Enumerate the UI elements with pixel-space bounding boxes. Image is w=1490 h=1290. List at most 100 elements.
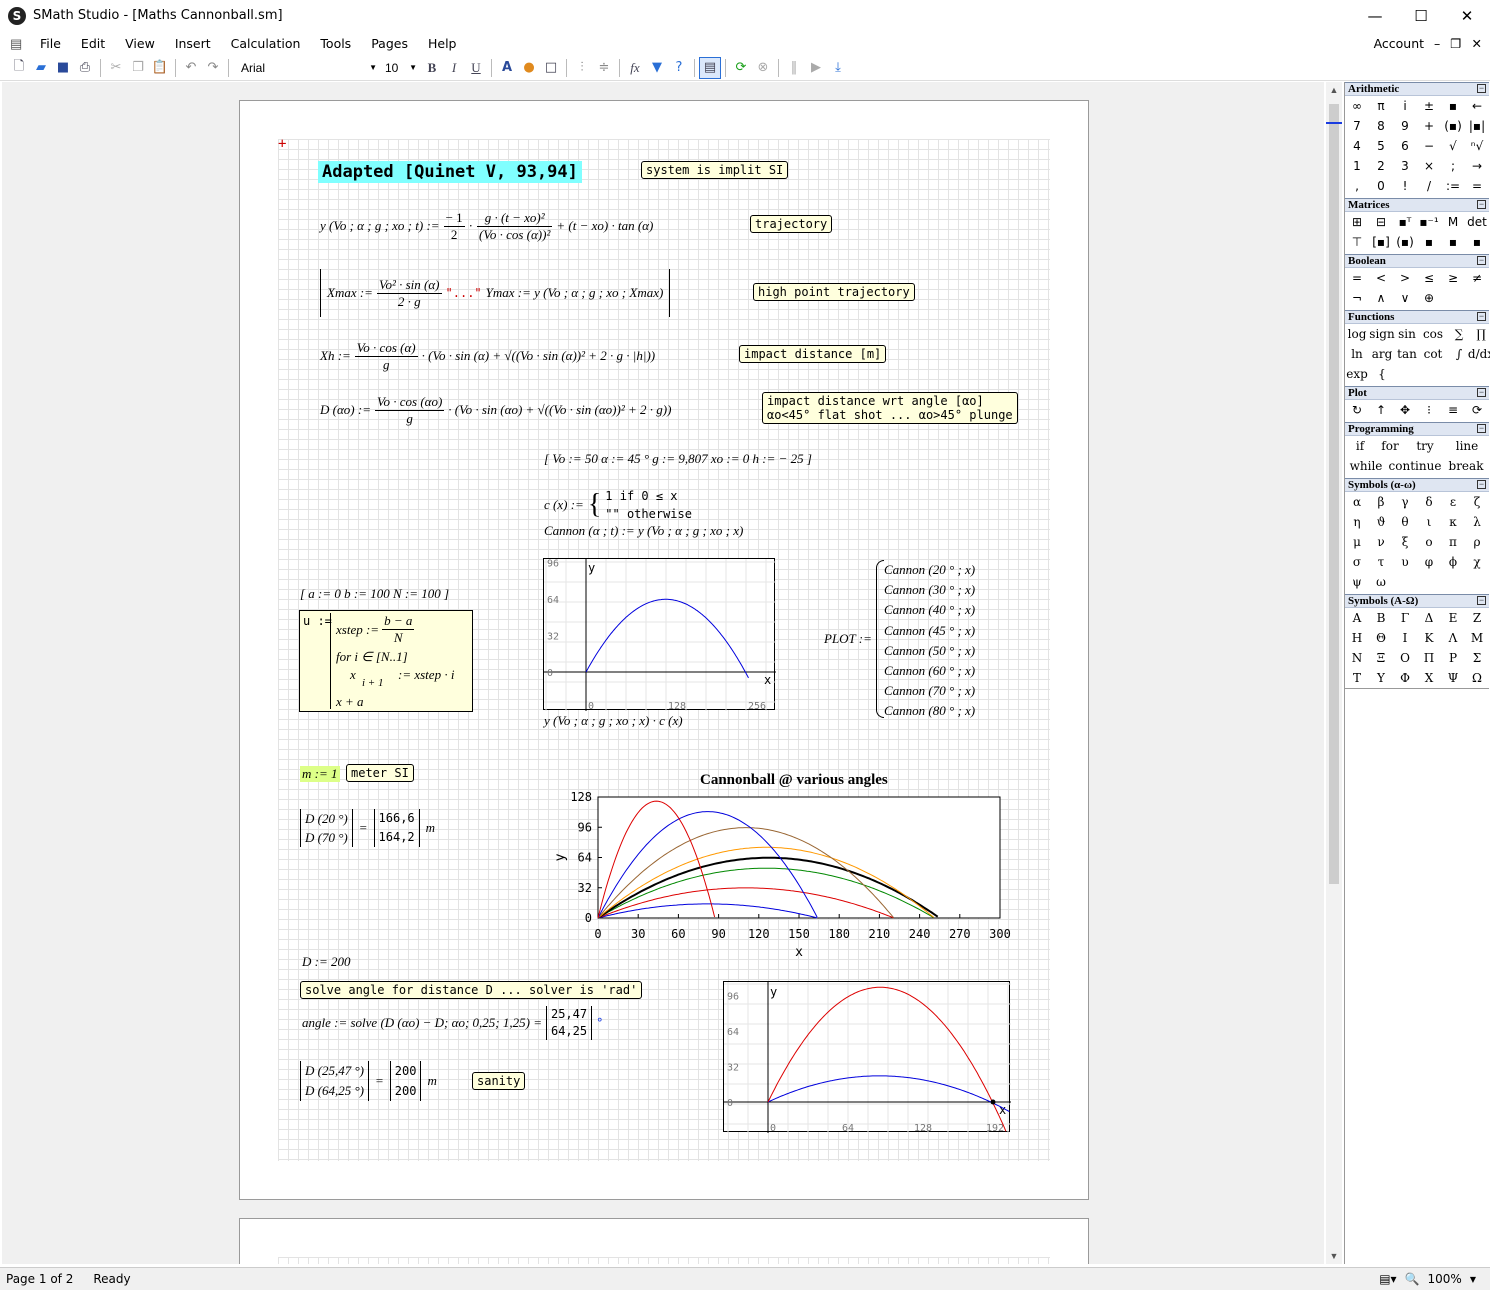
boolean-button[interactable]: ∧ [1369, 288, 1393, 308]
menu-file[interactable]: File [30, 36, 71, 51]
arithmetic-button[interactable]: ; [1441, 156, 1465, 176]
function-button[interactable]: log [1345, 324, 1369, 344]
greek-symbol-button[interactable]: Δ [1417, 608, 1441, 628]
arithmetic-button[interactable]: 5 [1369, 136, 1393, 156]
matrix-button[interactable]: ⊞ [1345, 212, 1369, 232]
note-solve[interactable]: solve angle for distance D ... solver is… [300, 981, 643, 999]
greek-symbol-button[interactable]: Ο [1393, 648, 1417, 668]
arithmetic-button[interactable]: 8 [1369, 116, 1393, 136]
border-icon[interactable]: □ [540, 57, 562, 79]
solve-expression[interactable]: angle := solve (D (αo) − D; αo; 0,25; 1,… [302, 1006, 603, 1040]
greek-symbol-button[interactable]: β [1369, 492, 1393, 512]
collapse-icon[interactable]: − [1477, 200, 1486, 209]
paste-icon[interactable]: 📋 [149, 57, 171, 79]
greek-symbol-button[interactable]: φ [1417, 552, 1441, 572]
vertical-scrollbar[interactable]: ▲ ▼ [1326, 82, 1342, 1264]
page-layout-icon[interactable]: ▤▾ [1379, 1272, 1396, 1286]
arithmetic-button[interactable]: 4 [1345, 136, 1369, 156]
scroll-thumb[interactable] [1329, 104, 1339, 884]
menu-calculation[interactable]: Calculation [221, 36, 311, 51]
greek-symbol-button[interactable]: ρ [1465, 532, 1489, 552]
open-file-icon[interactable]: ▰ [30, 57, 52, 79]
function-button[interactable]: { [1369, 364, 1395, 384]
plot-solved-angles[interactable]: 0 32 64 96 0 64 128 192 y x [723, 981, 1011, 1133]
boolean-button[interactable]: ≤ [1417, 268, 1441, 288]
greek-symbol-button[interactable]: ξ [1393, 532, 1417, 552]
arithmetic-button[interactable]: / [1417, 176, 1441, 196]
greek-symbol-button[interactable]: υ [1393, 552, 1417, 572]
greek-symbol-button[interactable]: Ψ [1441, 668, 1465, 688]
font-name-select[interactable]: Arial ▼ [233, 58, 381, 78]
programming-button[interactable]: line [1445, 436, 1489, 456]
greek-symbol-button[interactable]: ψ [1345, 572, 1369, 592]
matrix-button[interactable]: [▪] [1369, 232, 1393, 252]
undo-icon[interactable]: ↶ [180, 57, 202, 79]
function-button[interactable]: ∏ [1471, 324, 1490, 344]
collapse-icon[interactable]: − [1477, 424, 1486, 433]
cannon-definition[interactable]: Cannon (α ; t) := y (Vo ; α ; g ; xo ; x… [544, 523, 743, 539]
align-icon[interactable]: ⫶ [571, 57, 593, 79]
stop-icon[interactable]: ⊗ [752, 57, 774, 79]
greek-symbol-button[interactable]: Β [1369, 608, 1393, 628]
programming-button[interactable]: break [1443, 456, 1489, 476]
arithmetic-button[interactable]: ∞ [1345, 96, 1369, 116]
equation-trajectory[interactable]: y (Vo ; α ; g ; xo ; t) := − 12 · g · (t… [320, 201, 653, 251]
greek-symbol-button[interactable]: δ [1417, 492, 1441, 512]
range-definition[interactable]: [ a := 0 b := 100 N := 100 ] [300, 586, 449, 602]
note-high-point[interactable]: high point trajectory [753, 283, 915, 301]
matrix-button[interactable]: det [1465, 212, 1489, 232]
new-file-icon[interactable]: 🗋 [8, 57, 30, 79]
matrix-button[interactable]: ▪ [1441, 232, 1465, 252]
recalculate-icon[interactable]: ⟳ [730, 57, 752, 79]
program-block[interactable]: u := xstep := b − aN for i ∈ [N..1] x i … [299, 610, 473, 712]
doc-restore-icon[interactable]: ❐ [1450, 36, 1461, 51]
greek-symbol-button[interactable]: τ [1369, 552, 1393, 572]
menu-pages[interactable]: Pages [361, 36, 418, 51]
plot-cannon-45[interactable]: 0 32 64 96 0 128 256 y x [543, 558, 776, 711]
arithmetic-button[interactable]: 3 [1393, 156, 1417, 176]
arithmetic-button[interactable]: 9 [1393, 116, 1417, 136]
boolean-button[interactable]: ≠ [1465, 268, 1489, 288]
matrix-button[interactable]: ▪ᵀ [1393, 212, 1417, 232]
arithmetic-button[interactable]: ! [1393, 176, 1417, 196]
arithmetic-button[interactable]: π [1369, 96, 1393, 116]
maximize-button[interactable]: ☐ [1398, 0, 1444, 31]
copy-icon[interactable]: ❐ [127, 57, 149, 79]
plot-tool-button[interactable]: ↑ [1369, 400, 1393, 420]
document-icon[interactable]: ▤ [10, 36, 24, 51]
arithmetic-button[interactable]: i [1393, 96, 1417, 116]
close-button[interactable]: ✕ [1444, 0, 1490, 31]
equation-impact-angle[interactable]: D (αo) := Vo · cos (αo) g · (Vo · sin (αo… [320, 387, 671, 433]
arithmetic-button[interactable]: ▪ [1441, 96, 1465, 116]
plot-tool-button[interactable]: ↻ [1345, 400, 1369, 420]
cut-icon[interactable]: ✂ [105, 57, 127, 79]
greek-symbol-button[interactable]: ϑ [1369, 512, 1393, 532]
note-meter[interactable]: meter SI [346, 764, 414, 782]
greek-symbol-button[interactable]: ϕ [1441, 552, 1465, 572]
function-button[interactable]: ln [1345, 344, 1369, 364]
matrix-button[interactable]: M [1441, 212, 1465, 232]
greek-symbol-button[interactable]: Ι [1393, 628, 1417, 648]
greek-symbol-button[interactable]: ν [1369, 532, 1393, 552]
chart-various-angles[interactable]: 0 30 60 90 120 150 180 210 240 270 300 0 32 64 96 128 x y [540, 789, 1020, 969]
function-button[interactable]: sin [1395, 324, 1419, 344]
note-trajectory[interactable]: trajectory [750, 215, 833, 233]
greek-symbol-button[interactable]: ω [1369, 572, 1393, 592]
greek-symbol-button[interactable]: Ρ [1441, 648, 1465, 668]
function-button[interactable]: cot [1419, 344, 1447, 364]
greek-symbol-button[interactable]: Υ [1369, 668, 1393, 688]
arithmetic-button[interactable]: := [1441, 176, 1465, 196]
distance-evaluation[interactable]: D (20 °) D (70 °) = 166,6 164,2 m [300, 809, 435, 847]
note-impact-angle[interactable]: impact distance wrt angle [αo] αo<45° fl… [762, 392, 1018, 424]
collapse-icon[interactable]: − [1477, 388, 1486, 397]
greek-symbol-button[interactable]: χ [1465, 552, 1489, 572]
menu-edit[interactable]: Edit [71, 36, 115, 51]
collapse-icon[interactable]: − [1477, 84, 1486, 93]
zoom-icon[interactable]: 🔍 [1405, 1272, 1420, 1286]
boolean-button[interactable]: > [1393, 268, 1417, 288]
arithmetic-button[interactable]: 1 [1345, 156, 1369, 176]
greek-symbol-button[interactable]: μ [1345, 532, 1369, 552]
page-view-icon[interactable]: ▤ [699, 56, 721, 79]
greek-symbol-button[interactable]: α [1345, 492, 1369, 512]
chevron-down-icon[interactable]: ▼ [1470, 1275, 1476, 1286]
